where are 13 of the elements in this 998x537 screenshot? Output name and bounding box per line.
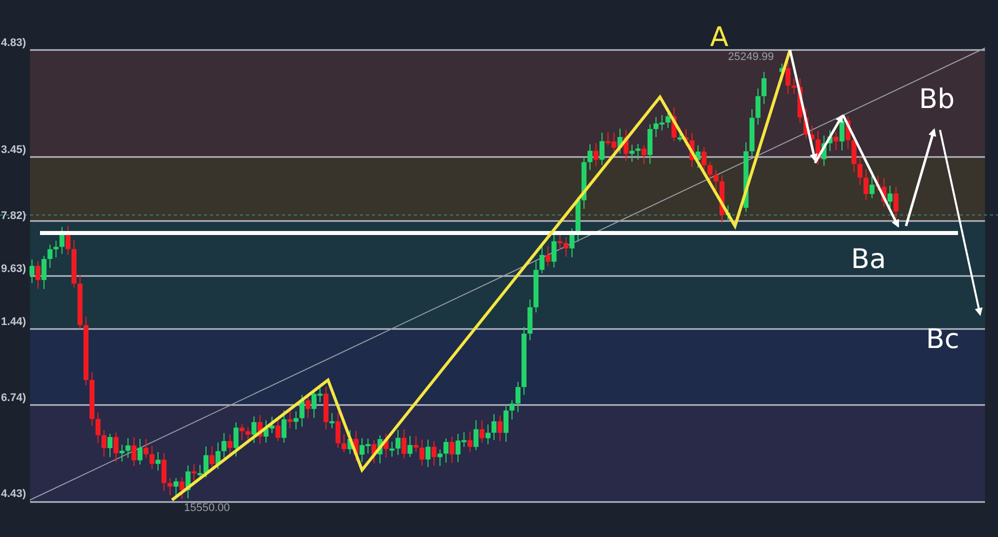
low-price-label: 15550.00: [184, 502, 230, 514]
price-label: 4.83): [1, 37, 26, 49]
price-label: 6.74): [1, 392, 26, 404]
wave-label: Bb: [919, 84, 955, 115]
wave-label: Ba: [851, 244, 886, 275]
high-price-label: 25249.99: [728, 51, 774, 63]
price-label: 7.82): [1, 210, 26, 222]
price-label: 9.63): [1, 263, 26, 275]
price-label: 3.45): [1, 144, 26, 156]
wave-label: A: [710, 22, 728, 53]
price-label: 4.43): [1, 488, 26, 500]
wave-label: Bc: [926, 324, 960, 355]
price-label: 1.44): [1, 316, 26, 328]
